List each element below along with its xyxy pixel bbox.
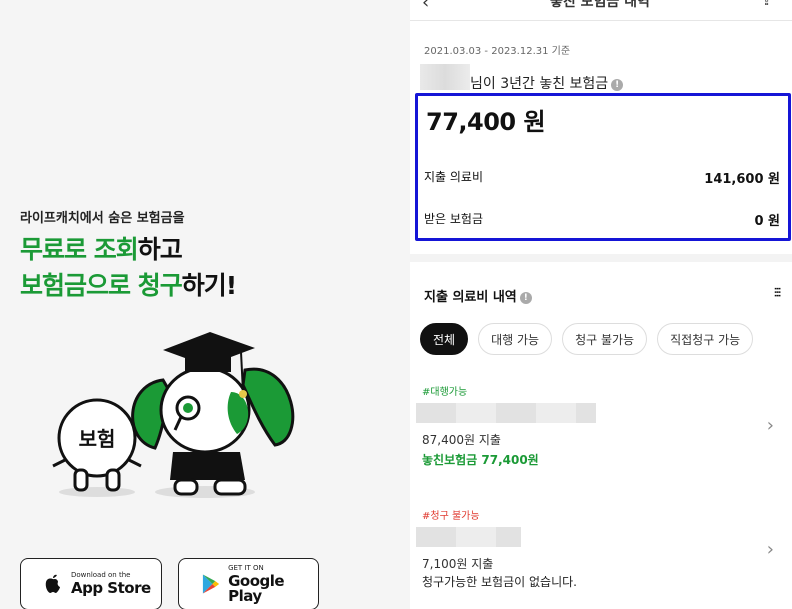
mascot-illustration: 보험	[52, 332, 295, 498]
item-missed-amount: 놓친보험금 77,400원	[422, 453, 539, 467]
promo-headline-1-green: 무료로 조회	[20, 235, 139, 264]
summary-box: 77,400 원 지출 의료비 141,600 원 받은 보험금 0 원	[415, 93, 791, 241]
received-insurance-value: 0 원	[754, 214, 780, 229]
period-text: 2021.03.03 - 2023.12.31 기준	[424, 46, 571, 57]
promo-panel: 라이프캐치에서 숨은 보험금을 무료로 조회하고 보험금으로 청구하기! 보험	[0, 0, 410, 609]
chip-all[interactable]: 전체	[420, 323, 469, 355]
page-title: 놓친 보험금 내역	[550, 0, 650, 10]
share-icon[interactable]: ⇪	[761, 0, 772, 9]
info-icon[interactable]: !	[611, 79, 624, 91]
item-tag: #청구 불가능	[422, 511, 480, 522]
details-section-title-text: 지출 의료비 내역	[424, 290, 517, 305]
chevron-right-icon: ›	[766, 539, 774, 560]
medical-expense-value: 141,600 원	[704, 172, 780, 187]
app-store-small-text: Download on the	[71, 571, 131, 579]
promo-headline-2: 보험금으로 청구하기!	[20, 266, 237, 302]
google-play-button[interactable]: GET IT ON Google Play	[178, 558, 319, 609]
chevron-right-icon: ›	[766, 415, 774, 436]
blurred-hospital-name	[416, 403, 596, 423]
promo-headline-1-black: 하고	[137, 235, 183, 264]
app-store-label: App Store	[71, 579, 151, 597]
promo-subtitle: 라이프캐치에서 숨은 보험금을	[20, 211, 185, 226]
filter-chips: 전체 대행 가능 청구 불가능 직접청구 가능	[420, 323, 754, 355]
promo-headline-2-black: 하기!	[181, 271, 237, 300]
promo-headline-1: 무료로 조회하고	[20, 230, 183, 266]
promo-headline-2-green: 보험금으로 청구	[20, 271, 183, 300]
filter-settings-icon[interactable]: ⫶⫶⫶	[774, 286, 781, 301]
chip-not-claimable[interactable]: 청구 불가능	[562, 323, 648, 355]
blurred-hospital-name	[416, 527, 521, 547]
missed-insurance-title: 님이 3년간 놓친 보험금!	[470, 73, 624, 93]
item-no-claim-note: 청구가능한 보험금이 없습니다.	[422, 575, 577, 589]
missed-total-amount: 77,400 원	[426, 108, 546, 136]
google-play-icon	[202, 574, 220, 594]
mascot-sign-text: 보험	[79, 427, 116, 451]
medical-expense-label: 지출 의료비	[424, 170, 484, 184]
missed-insurance-title-text: 님이 3년간 놓친 보험금	[470, 76, 609, 92]
expense-list-item[interactable]: #대행가능 87,400원 지출 놓친보험금 77,400원 ›	[410, 383, 792, 483]
item-spent: 87,400원 지출	[422, 433, 501, 447]
expense-list-item[interactable]: #청구 불가능 7,100원 지출 청구가능한 보험금이 없습니다. ›	[410, 507, 792, 607]
item-tag: #대행가능	[422, 387, 468, 398]
app-store-button[interactable]: Download on the App Store	[20, 558, 162, 609]
section-divider	[410, 254, 792, 262]
medical-expense-row: 지출 의료비 141,600 원	[424, 168, 780, 187]
item-spent: 7,100원 지출	[422, 557, 494, 571]
back-arrow-icon[interactable]: ‹	[422, 0, 429, 13]
google-play-small-text: GET IT ON	[228, 563, 264, 572]
chip-direct-claim[interactable]: 직접청구 가능	[657, 323, 754, 355]
received-insurance-label: 받은 보험금	[424, 212, 484, 226]
details-info-icon[interactable]: !	[519, 292, 532, 304]
chip-proxy-available[interactable]: 대행 가능	[478, 323, 553, 355]
google-play-label: Google Play	[228, 571, 285, 605]
details-section-title: 지출 의료비 내역!	[424, 286, 532, 305]
apple-icon	[45, 574, 60, 593]
app-panel: ‹ 놓친 보험금 내역 ⇪ 2021.03.03 - 2023.12.31 기준…	[410, 0, 792, 609]
received-insurance-row: 받은 보험금 0 원	[424, 210, 780, 229]
top-bar: ‹ 놓친 보험금 내역 ⇪	[410, 0, 792, 21]
blurred-user-name	[420, 64, 470, 90]
